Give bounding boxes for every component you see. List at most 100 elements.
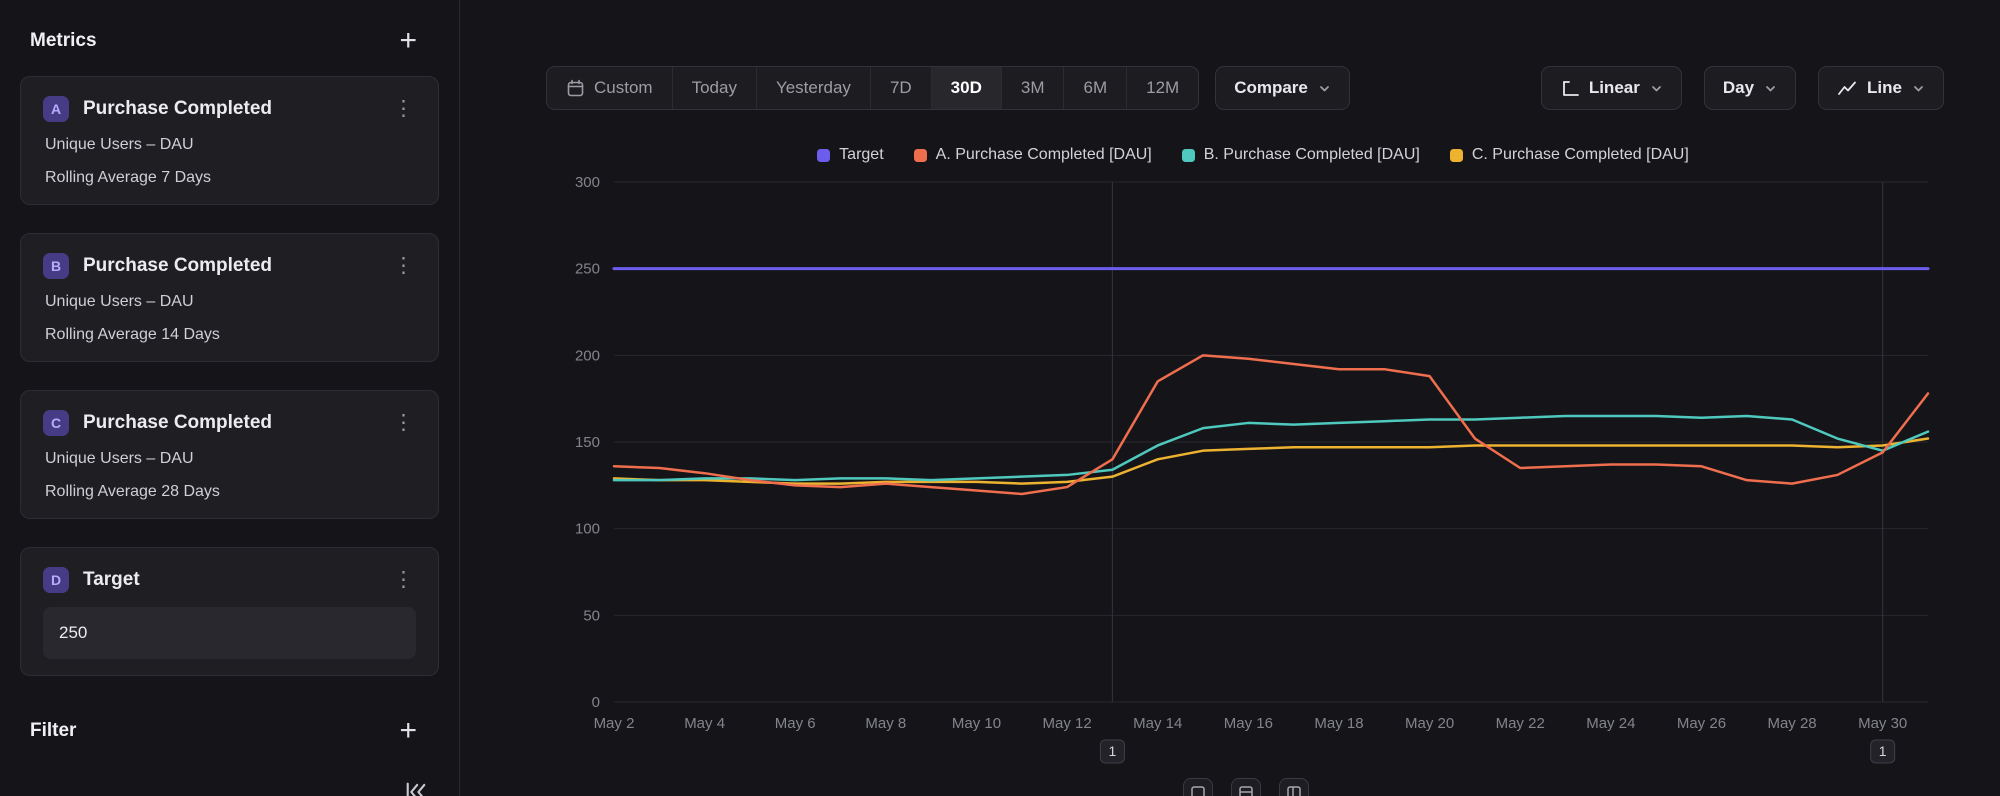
metric-card-a: A Purchase Completed ⋮ Unique Users – DA…: [20, 76, 439, 205]
svg-text:May 12: May 12: [1043, 715, 1092, 732]
svg-text:300: 300: [575, 174, 600, 191]
svg-text:May 10: May 10: [952, 715, 1001, 732]
calendar-icon: [566, 79, 585, 98]
granularity-label: Day: [1723, 78, 1754, 98]
kebab-menu-icon[interactable]: ⋮: [391, 256, 416, 276]
svg-text:200: 200: [575, 347, 600, 364]
metric-card-c: C Purchase Completed ⋮ Unique Users – DA…: [20, 390, 439, 519]
range-today-button[interactable]: Today: [673, 67, 757, 109]
metrics-line-chart[interactable]: 050100150200250300May 2May 4May 6May 8Ma…: [544, 174, 1969, 774]
target-badge: D: [43, 567, 69, 593]
metric-title[interactable]: Purchase Completed: [83, 255, 391, 277]
chart-display-controls: Linear Day Line: [1541, 66, 1944, 110]
svg-text:May 20: May 20: [1405, 715, 1454, 732]
svg-text:May 2: May 2: [594, 715, 635, 732]
range-label: 7D: [890, 78, 912, 98]
panel-icon: [1190, 785, 1206, 796]
svg-text:May 18: May 18: [1314, 715, 1363, 732]
svg-text:May 24: May 24: [1586, 715, 1635, 732]
kebab-menu-icon[interactable]: ⋮: [391, 570, 416, 590]
legend-label: Target: [839, 146, 883, 164]
view-option-button-3[interactable]: [1279, 778, 1309, 796]
svg-text:May 4: May 4: [684, 715, 725, 732]
target-card: D Target ⋮: [20, 547, 439, 676]
range-label: 3M: [1021, 78, 1045, 98]
kebab-menu-icon[interactable]: ⋮: [391, 413, 416, 433]
range-custom-button[interactable]: Custom: [547, 67, 673, 109]
chevron-down-icon: [1764, 82, 1777, 95]
svg-text:May 28: May 28: [1767, 715, 1816, 732]
metric-measure[interactable]: Unique Users – DAU: [43, 448, 416, 469]
metric-transform[interactable]: Rolling Average 7 Days: [43, 167, 416, 188]
table-icon: [1238, 785, 1254, 796]
metric-title[interactable]: Purchase Completed: [83, 98, 391, 120]
svg-text:May 8: May 8: [865, 715, 906, 732]
svg-text:150: 150: [575, 434, 600, 451]
date-range-selector: Custom Today Yesterday 7D 30D 3M 6M 12M: [546, 66, 1199, 110]
legend-label: A. Purchase Completed [DAU]: [936, 146, 1152, 164]
metric-transform[interactable]: Rolling Average 28 Days: [43, 481, 416, 502]
linear-scale-icon: [1560, 79, 1579, 98]
legend-swatch: [1450, 149, 1463, 162]
svg-text:May 22: May 22: [1496, 715, 1545, 732]
svg-text:1: 1: [1879, 743, 1887, 759]
chevron-down-icon: [1650, 82, 1663, 95]
sidebar: Metrics + A Purchase Completed ⋮ Unique …: [0, 0, 460, 796]
svg-text:May 26: May 26: [1677, 715, 1726, 732]
svg-text:May 30: May 30: [1858, 715, 1907, 732]
legend-label: B. Purchase Completed [DAU]: [1204, 146, 1420, 164]
legend-swatch: [914, 149, 927, 162]
legend-item-c[interactable]: C. Purchase Completed [DAU]: [1450, 146, 1689, 164]
scale-select[interactable]: Linear: [1541, 66, 1682, 110]
metric-measure[interactable]: Unique Users – DAU: [43, 291, 416, 312]
chart-legend: Target A. Purchase Completed [DAU] B. Pu…: [546, 146, 1960, 164]
range-label: Custom: [594, 78, 653, 98]
collapse-sidebar-button[interactable]: [403, 779, 429, 796]
range-30d-button[interactable]: 30D: [932, 67, 1002, 109]
view-option-button-2[interactable]: [1231, 778, 1261, 796]
range-label: Yesterday: [776, 78, 851, 98]
chevron-down-icon: [1318, 82, 1331, 95]
svg-text:100: 100: [575, 521, 600, 538]
svg-text:1: 1: [1109, 743, 1117, 759]
metric-measure[interactable]: Unique Users – DAU: [43, 134, 416, 155]
legend-item-a[interactable]: A. Purchase Completed [DAU]: [914, 146, 1152, 164]
range-yesterday-button[interactable]: Yesterday: [757, 67, 871, 109]
compare-button[interactable]: Compare: [1215, 66, 1350, 110]
bottom-view-toolbar: [1183, 778, 1309, 796]
range-3m-button[interactable]: 3M: [1002, 67, 1065, 109]
chart-panel: Custom Today Yesterday 7D 30D 3M 6M 12M …: [460, 0, 2000, 796]
chart-toolbar: Custom Today Yesterday 7D 30D 3M 6M 12M …: [546, 66, 1944, 110]
range-7d-button[interactable]: 7D: [871, 67, 932, 109]
compare-label: Compare: [1234, 78, 1308, 98]
legend-swatch: [1182, 149, 1195, 162]
svg-text:May 16: May 16: [1224, 715, 1273, 732]
target-title: Target: [83, 569, 391, 591]
granularity-select[interactable]: Day: [1704, 66, 1796, 110]
legend-item-target[interactable]: Target: [817, 146, 883, 164]
scale-label: Linear: [1589, 78, 1640, 98]
view-option-button-1[interactable]: [1183, 778, 1213, 796]
chart-type-select[interactable]: Line: [1818, 66, 1944, 110]
line-chart-icon: [1837, 79, 1857, 98]
add-filter-button[interactable]: +: [399, 721, 417, 741]
range-label: Today: [692, 78, 737, 98]
svg-text:50: 50: [583, 607, 600, 624]
metric-transform[interactable]: Rolling Average 14 Days: [43, 324, 416, 345]
chart-type-label: Line: [1867, 78, 1902, 98]
range-12m-button[interactable]: 12M: [1127, 67, 1198, 109]
legend-label: C. Purchase Completed [DAU]: [1472, 146, 1689, 164]
svg-text:May 6: May 6: [775, 715, 816, 732]
svg-text:May 14: May 14: [1133, 715, 1182, 732]
target-value-input[interactable]: [43, 607, 416, 659]
range-6m-button[interactable]: 6M: [1064, 67, 1127, 109]
filter-header: Filter +: [20, 720, 439, 742]
legend-item-b[interactable]: B. Purchase Completed [DAU]: [1182, 146, 1420, 164]
kebab-menu-icon[interactable]: ⋮: [391, 99, 416, 119]
add-metric-button[interactable]: +: [399, 31, 417, 51]
range-label: 30D: [951, 78, 982, 98]
expand-icon: [1286, 785, 1302, 796]
metrics-heading: Metrics: [30, 30, 97, 52]
metric-title[interactable]: Purchase Completed: [83, 412, 391, 434]
metric-badge-a: A: [43, 96, 69, 122]
